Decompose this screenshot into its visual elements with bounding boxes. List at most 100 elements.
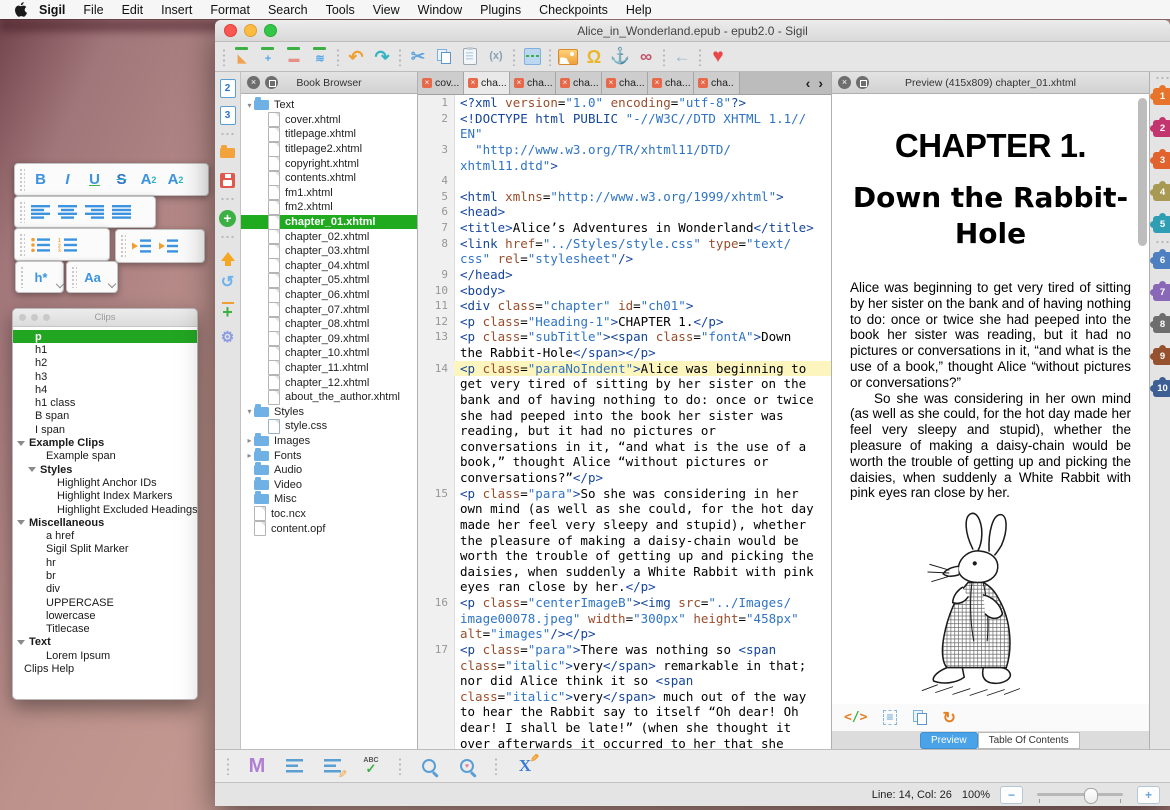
special-character-icon[interactable]: Ω [581,45,607,69]
preview-tab-preview[interactable]: Preview [920,732,978,749]
tree-item-chapter_02-xhtml[interactable]: chapter_02.xhtml [241,229,417,244]
clip-item-example-clips[interactable]: Example Clips [13,436,197,449]
numbered-list-button[interactable]: 123 [54,233,81,257]
save-book-button[interactable] [217,170,239,190]
tree-item-chapter_01-xhtml[interactable]: chapter_01.xhtml [241,215,417,230]
tree-item-Misc[interactable]: Misc [241,492,417,507]
preview-tab-table-of-contents[interactable]: Table Of Contents [978,732,1080,749]
close-tab-icon[interactable]: × [514,78,524,88]
tree-item-content-opf[interactable]: content.opf [241,521,417,536]
tree-item-fm2-xhtml[interactable]: fm2.xhtml [241,200,417,215]
clip-item-highlight-index-markers[interactable]: Highlight Index Markers [13,490,197,503]
generate-toc-icon[interactable] [281,753,309,779]
plugin-button-8[interactable]: 8 [1153,316,1170,333]
tree-item-chapter_07-xhtml[interactable]: chapter_07.xhtml [241,302,417,317]
zoom-slider-thumb[interactable] [1084,788,1098,804]
move-up-button[interactable] [217,246,239,266]
tree-item-toc-ncx[interactable]: toc.ncx [241,507,417,522]
plugin-button-4[interactable]: 4 [1153,184,1170,201]
tree-item-chapter_05-xhtml[interactable]: chapter_05.xhtml [241,273,417,288]
clip-item-example-span[interactable]: Example span [13,450,197,463]
plugin-button-2[interactable]: 2 [1153,120,1170,137]
back-icon[interactable]: ← [669,45,695,69]
close-tab-icon[interactable]: × [422,78,432,88]
expand-arrow-icon[interactable]: ▸ [245,451,254,460]
zoom-in-button[interactable]: + [1137,786,1160,804]
next-tab-button[interactable]: › [818,75,823,91]
tree-item-style-css[interactable]: style.css [241,419,417,434]
change-case-button[interactable]: Aa [79,265,106,289]
new-epub2-button[interactable]: 2 [217,78,239,98]
menu-insert[interactable]: Insert [152,3,201,17]
collapse-arrow-icon[interactable]: ▾ [245,407,254,416]
align-center-button[interactable] [54,200,81,224]
code-editor[interactable]: 1<?xml version="1.0" encoding="utf-8"?>2… [418,95,831,749]
tree-item-Images[interactable]: ▸Images [241,434,417,449]
edit-toc-icon[interactable]: ✎ [319,753,347,779]
clip-item-h4[interactable]: h4 [13,383,197,396]
align-left-button[interactable] [27,200,54,224]
palette-drag-handle[interactable] [120,234,126,258]
cut-icon[interactable]: ✂ [405,45,431,69]
split-at-cursor-icon[interactable]: ≋ [307,45,333,69]
new-epub3-button[interactable]: 3 [217,105,239,125]
add-files-button[interactable]: + [217,208,239,228]
menu-tools[interactable]: Tools [317,3,364,17]
clip-item-lorem-ipsum[interactable]: Lorem Ipsum [13,649,197,662]
menu-checkpoints[interactable]: Checkpoints [530,3,617,17]
anchor-icon[interactable]: ⚓ [607,45,633,69]
book-browser-tree[interactable]: ▾Textcover.xhtmltitlepage.xhtmltitlepage… [241,94,417,749]
align-justify-button[interactable] [108,200,135,224]
editor-tab[interactable]: ×cov... [418,72,464,94]
clip-item-hr[interactable]: hr [13,556,197,569]
tree-item-about_the_author-xhtml[interactable]: about_the_author.xhtml [241,390,417,405]
clip-item-clips-help[interactable]: Clips Help [13,662,197,675]
clip-item-h2[interactable]: h2 [13,357,197,370]
strikethrough-button[interactable]: S [108,168,135,192]
refresh-preview-icon[interactable]: ↻ [943,708,956,728]
menu-edit[interactable]: Edit [113,3,153,17]
clip-item-text[interactable]: Text [13,636,197,649]
link-icon[interactable]: ∞ [633,45,659,69]
tree-item-chapter_03-xhtml[interactable]: chapter_03.xhtml [241,244,417,259]
tree-item-Video[interactable]: Video [241,477,417,492]
close-panel-icon[interactable]: × [838,76,851,89]
tree-item-titlepage2-xhtml[interactable]: titlepage2.xhtml [241,142,417,157]
expand-arrow-icon[interactable]: ▸ [245,436,254,445]
menu-view[interactable]: View [364,3,409,17]
tree-item-chapter_12-xhtml[interactable]: chapter_12.xhtml [241,375,417,390]
editor-tab[interactable]: ×cha... [556,72,602,94]
close-tab-icon[interactable]: × [468,78,478,88]
editor-tab[interactable]: ×cha... [648,72,694,94]
align-right-button[interactable] [81,200,108,224]
code-view-icon[interactable]: (x) [483,45,509,69]
clip-item-highlight-excluded-headings[interactable]: Highlight Excluded Headings [13,503,197,516]
clip-item-titlecase[interactable]: Titlecase [13,623,197,636]
clip-item-h1-class[interactable]: h1 class [13,396,197,409]
editor-tab[interactable]: ×cha... [510,72,556,94]
heading-style-button[interactable]: h* [27,265,54,289]
italic-button[interactable]: I [54,168,81,192]
close-tab-icon[interactable]: × [652,78,662,88]
plugin-button-7[interactable]: 7 [1153,284,1170,301]
menu-file[interactable]: File [74,3,112,17]
clip-item-miscellaneous[interactable]: Miscellaneous [13,516,197,529]
plugin-button-1[interactable]: 1 [1153,88,1170,105]
plugin-button-9[interactable]: 9 [1153,348,1170,365]
clip-item-p[interactable]: p [13,330,197,343]
copy-selection-icon[interactable] [913,710,927,725]
bullet-list-button[interactable] [27,233,54,257]
menu-window[interactable]: Window [409,3,471,17]
bold-button[interactable]: B [27,168,54,192]
clips-titlebar[interactable]: Clips [13,309,197,327]
insert-split-marker-icon[interactable] [519,45,545,69]
zoom-out-button[interactable]: − [1000,786,1023,804]
tree-item-copyright-xhtml[interactable]: copyright.xhtml [241,156,417,171]
plugin-button-6[interactable]: 6 [1153,252,1170,269]
underline-button[interactable]: U [81,168,108,192]
metadata-editor-icon[interactable]: M [243,753,271,779]
refresh-button[interactable]: ↺ [217,273,239,293]
collapse-arrow-icon[interactable]: ▾ [245,101,254,110]
clip-item-h3[interactable]: h3 [13,370,197,383]
remove-section-icon[interactable]: ▬ [281,45,307,69]
